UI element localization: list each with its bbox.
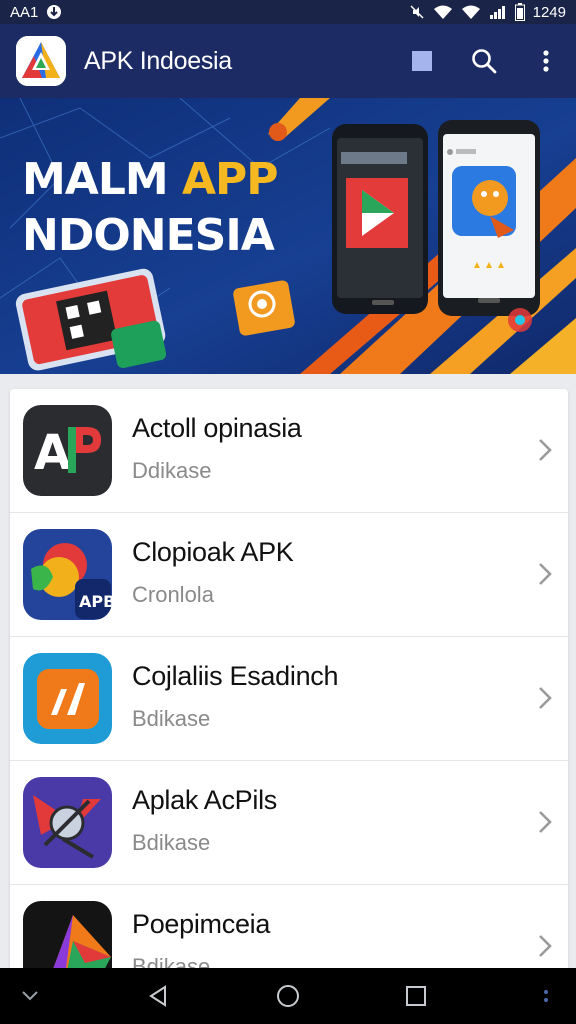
svg-text:A: A bbox=[34, 425, 71, 481]
app-bar: APK Indoesia bbox=[0, 24, 576, 98]
chevron-right-icon bbox=[539, 563, 552, 585]
banner-headline: MALM APP bbox=[22, 154, 279, 205]
wifi-icon bbox=[433, 4, 453, 20]
list-item[interactable]: APB Clopioak APK Cronlola bbox=[10, 513, 568, 637]
app-subtitle: Bdikase bbox=[132, 830, 211, 855]
list-item[interactable]: Aplak AcPils Bdikase bbox=[10, 761, 568, 885]
chevron-right-icon bbox=[539, 811, 552, 833]
recents-icon[interactable] bbox=[402, 982, 430, 1010]
app-subtitle: Cronlola bbox=[132, 582, 214, 607]
app-title: Cojlaliis Esadinch bbox=[132, 661, 339, 691]
list-item[interactable]: Cojlaliis Esadinch Bdikase bbox=[10, 637, 568, 761]
chat-bird-icon: APB bbox=[23, 529, 112, 620]
wifi-icon bbox=[461, 4, 481, 20]
clock: 1249 bbox=[532, 3, 566, 21]
home-icon[interactable] bbox=[274, 982, 302, 1010]
chevron-right-icon bbox=[539, 439, 552, 461]
app-title: Aplak AcPils bbox=[132, 785, 277, 815]
app-title: Poepimceia bbox=[132, 909, 271, 939]
app-subtitle: Bdikase bbox=[132, 706, 211, 731]
square-icon[interactable] bbox=[406, 45, 438, 77]
apk-logo-icon[interactable] bbox=[16, 36, 66, 86]
ap-logo-icon: A bbox=[23, 405, 112, 496]
chevron-right-icon bbox=[539, 935, 552, 957]
app-list: A Actoll opinasia Ddikase APB Clopioak A… bbox=[10, 389, 568, 989]
pin-icon bbox=[46, 4, 62, 20]
promo-banner[interactable]: MALM APP NDONESIA bbox=[0, 98, 576, 374]
app-title: Actoll opinasia bbox=[132, 413, 302, 443]
app-title: APK Indoesia bbox=[84, 46, 232, 75]
battery-icon bbox=[514, 3, 525, 21]
list-item[interactable]: A Actoll opinasia Ddikase bbox=[10, 389, 568, 513]
svg-text:APB: APB bbox=[79, 592, 112, 611]
banner-subheadline: NDONESIA bbox=[22, 210, 275, 261]
signal-icon bbox=[489, 4, 507, 20]
system-nav-bar bbox=[0, 968, 576, 1024]
collapse-icon[interactable] bbox=[16, 982, 44, 1010]
carrier-text: AA1 bbox=[10, 3, 39, 21]
search-icon[interactable] bbox=[468, 45, 500, 77]
compass-satellite-icon bbox=[23, 777, 112, 868]
chevron-right-icon bbox=[539, 687, 552, 709]
status-bar: AA1 1249 bbox=[0, 0, 576, 24]
overflow-icon[interactable] bbox=[532, 982, 560, 1010]
back-icon[interactable] bbox=[144, 982, 172, 1010]
orange-app-icon bbox=[23, 653, 112, 744]
app-title: Clopioak APK bbox=[132, 537, 294, 567]
mute-icon bbox=[409, 4, 425, 20]
app-subtitle: Ddikase bbox=[132, 458, 212, 483]
overflow-menu-icon[interactable] bbox=[530, 45, 562, 77]
